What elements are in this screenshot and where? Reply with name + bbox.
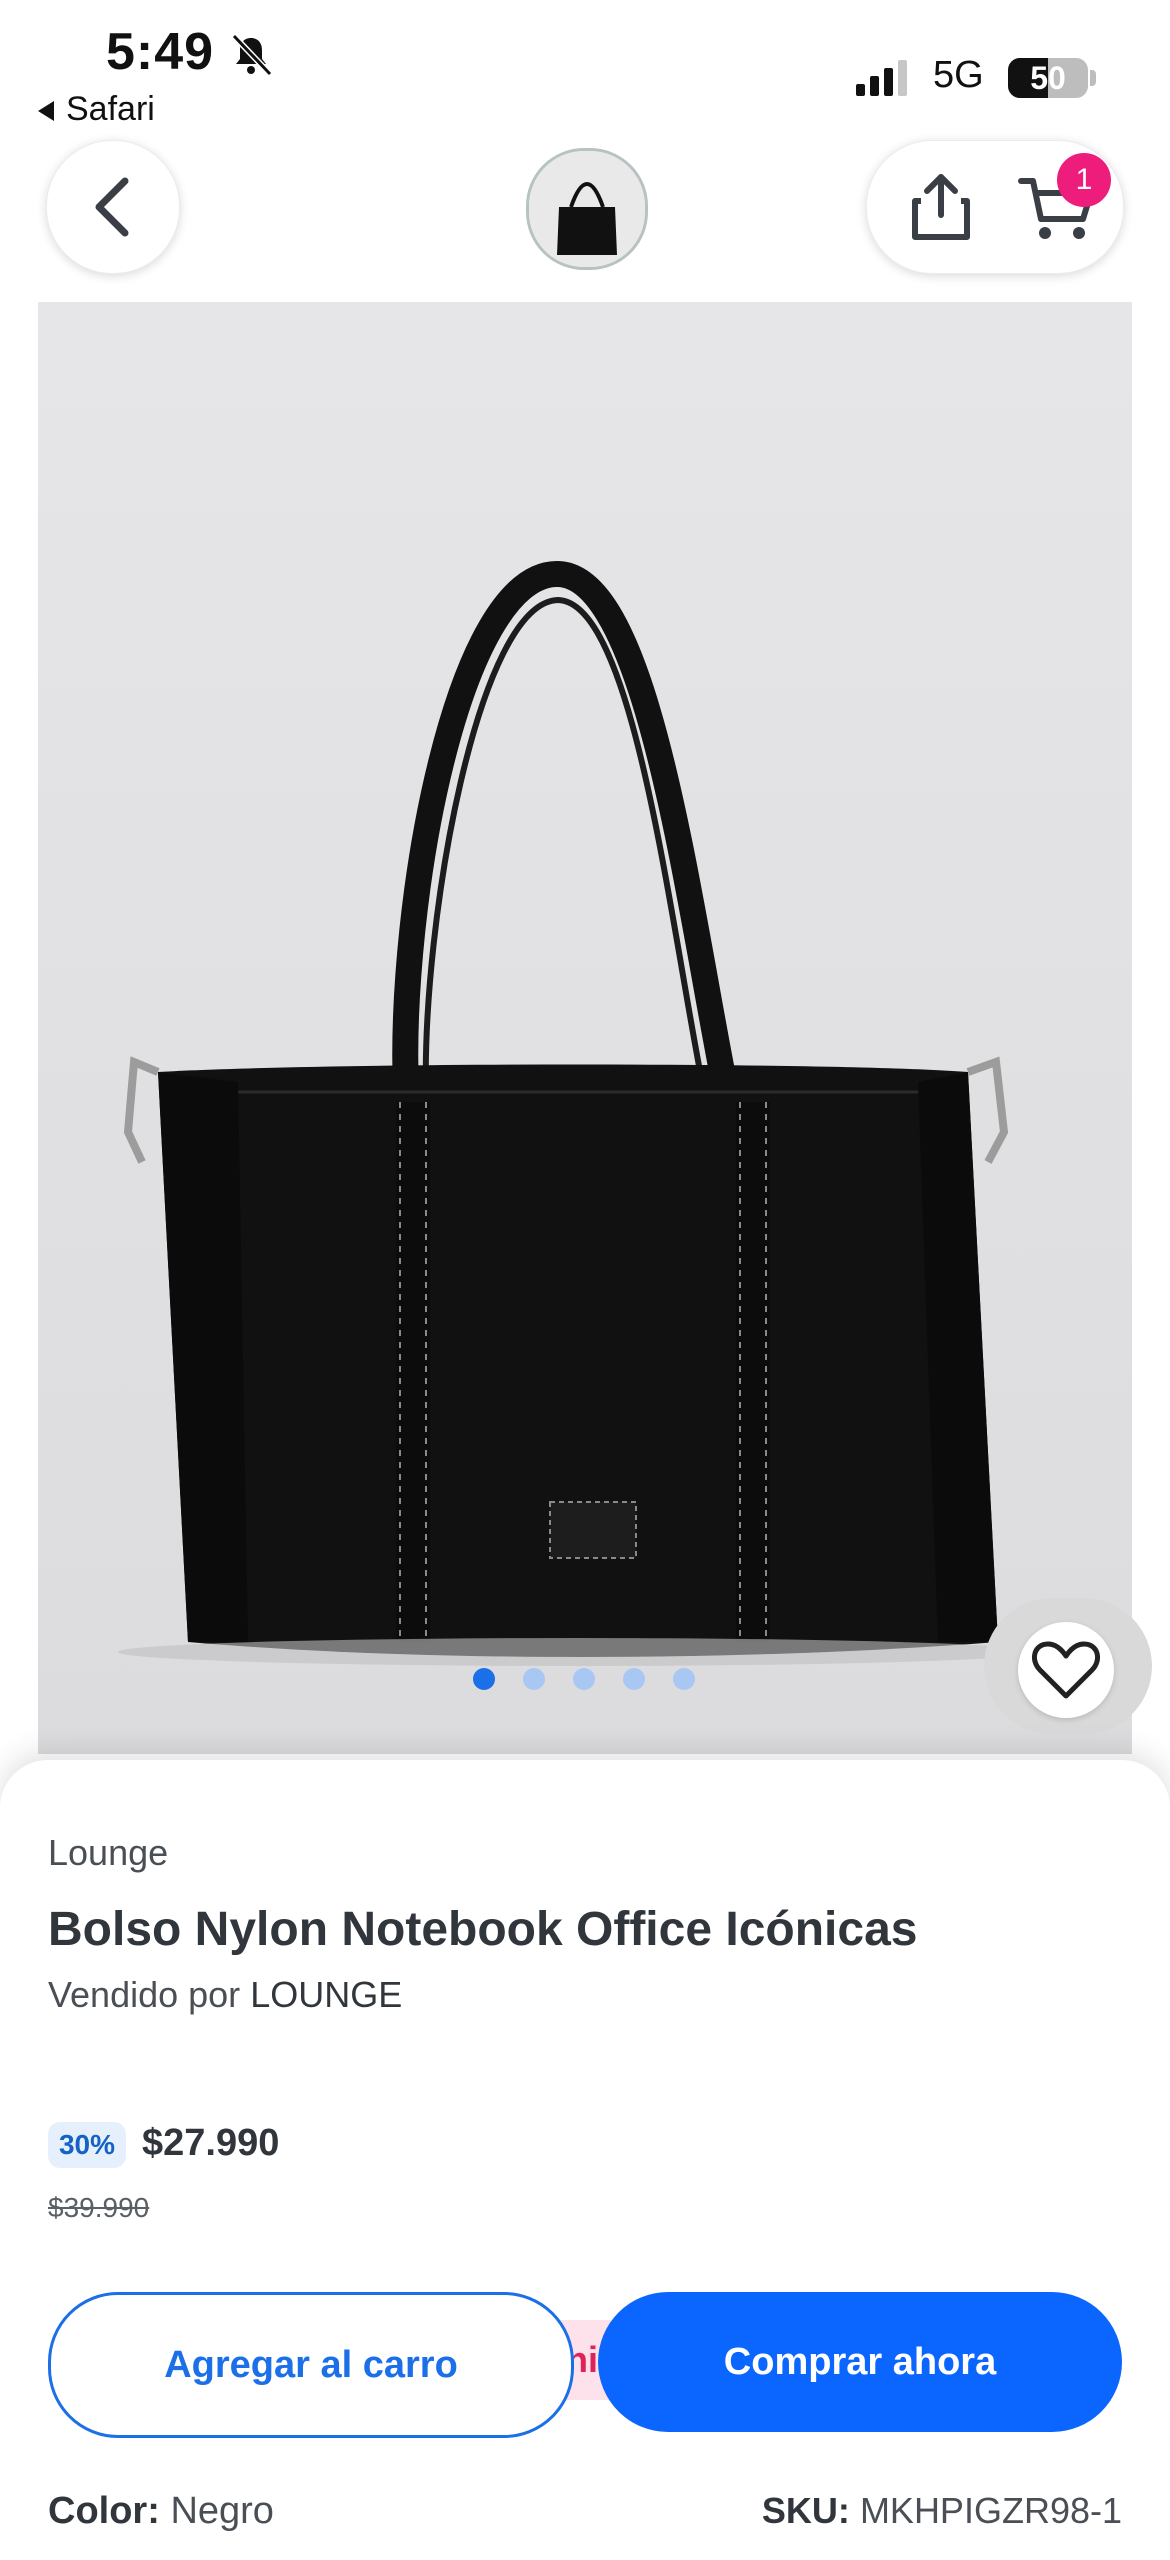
add-to-cart-button[interactable]: Agregar al carro [48,2292,574,2438]
gallery-dot-2[interactable] [523,1668,545,1690]
bell-muted-icon [231,33,273,77]
back-triangle-icon [38,101,54,122]
gallery-dot-1[interactable] [473,1668,495,1690]
color-label: Color: [48,2490,160,2532]
favorite-button[interactable] [1018,1622,1114,1718]
bag-thumbnail-image [529,151,645,267]
product-brand[interactable]: Lounge [48,1832,168,1874]
battery-tip [1090,70,1096,86]
gallery-dot-4[interactable] [623,1668,645,1690]
status-time: 5:49 [106,23,215,81]
discount-badge: 30% [48,2122,126,2168]
status-bar: 5:49 Safari 5G 50 [0,0,1170,140]
back-to-app[interactable]: Safari [38,90,155,129]
signal-icon [856,60,907,96]
seller-name[interactable]: LOUNGE [250,1974,402,2015]
sku-label: SKU: [761,2490,850,2531]
product-thumbnail[interactable] [526,148,648,270]
buy-now-button[interactable]: Comprar ahora [598,2292,1122,2432]
product-title: Bolso Nylon Notebook Office Icónicas [48,1903,918,1956]
cart-count-badge: 1 [1057,153,1111,207]
color-info: Color: Negro [48,2490,274,2533]
battery-icon: 50 [1008,58,1088,98]
sku-info: SKU: MKHPIGZR98-1 [762,2490,1122,2532]
gallery-dot-5[interactable] [673,1668,695,1690]
sku-value: MKHPIGZR98-1 [859,2490,1122,2531]
back-button[interactable] [46,140,180,274]
gallery-dot-3[interactable] [573,1668,595,1690]
share-icon[interactable] [903,169,979,245]
color-value: Negro [170,2490,274,2532]
seller-line: Vendido por LOUNGE [48,1974,402,2016]
seller-prefix: Vendido por [48,1974,241,2015]
back-app-label: Safari [66,90,155,128]
network-label: 5G [933,54,984,96]
current-price: $27.990 [142,2122,280,2164]
bag-image [118,560,1038,1666]
battery-percent: 50 [1030,60,1066,96]
chevron-left-icon [95,177,129,237]
product-image[interactable] [38,302,1132,1754]
original-price: $39.990 [48,2192,150,2223]
heart-icon [1031,1641,1101,1699]
